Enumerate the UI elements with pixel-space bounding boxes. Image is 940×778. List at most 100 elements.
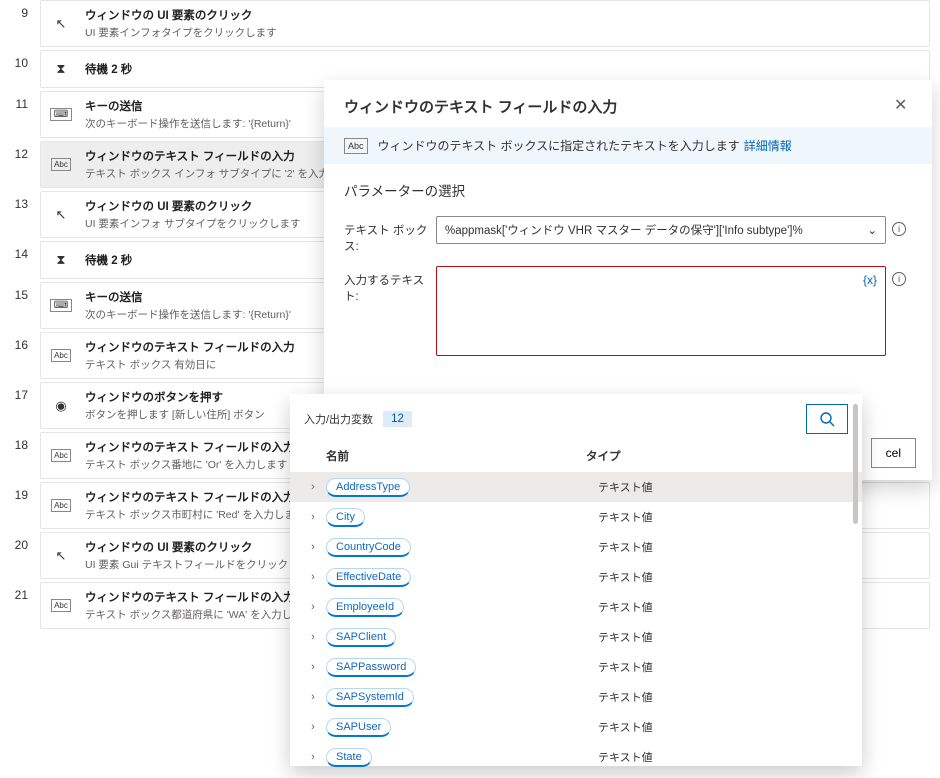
variable-row[interactable]: › SAPUser テキスト値 <box>290 712 862 742</box>
info-bar: Abc ウィンドウのテキスト ボックスに指定されたテキストを入力します 詳細情報 <box>324 127 932 164</box>
step-subtitle: UI 要素 Gui テキストフィールドをクリックします <box>85 557 320 572</box>
abc-icon: Abc <box>51 596 71 616</box>
abc-icon: Abc <box>51 346 71 366</box>
step-number: 15 <box>0 282 40 302</box>
expand-icon[interactable]: › <box>304 661 322 673</box>
variable-row[interactable]: › AddressType テキスト値 <box>290 472 862 502</box>
step-number: 21 <box>0 582 40 602</box>
step-title: ウィンドウの UI 要素のクリック <box>85 7 277 23</box>
step-number: 9 <box>0 0 40 20</box>
hourglass-icon: ⧗ <box>51 250 71 270</box>
textbox-selector-value: %appmask['ウィンドウ VHR マスター データの保守']['Info … <box>445 222 803 238</box>
variable-type: テキスト値 <box>598 599 848 615</box>
variable-chip[interactable]: EffectiveDate <box>326 568 411 587</box>
step-title: ウィンドウの UI 要素のクリック <box>85 539 320 555</box>
variable-row[interactable]: › EffectiveDate テキスト値 <box>290 562 862 592</box>
variable-row[interactable]: › SAPSystemId テキスト値 <box>290 682 862 712</box>
variable-chip[interactable]: SAPSystemId <box>326 688 414 707</box>
expand-icon[interactable]: › <box>304 721 322 733</box>
info-icon[interactable]: i <box>892 222 906 236</box>
chevron-down-icon: ⌄ <box>867 223 877 237</box>
step-number: 17 <box>0 382 40 402</box>
step-number: 18 <box>0 432 40 452</box>
step-number: 20 <box>0 532 40 552</box>
step-card[interactable]: ↖ ウィンドウの UI 要素のクリック UI 要素インフォタイプをクリックします <box>40 0 930 47</box>
step-title: キーの送信 <box>85 289 291 305</box>
search-button[interactable] <box>806 404 848 434</box>
variable-chip[interactable]: City <box>326 508 365 527</box>
step-subtitle: UI 要素インフォ サブタイプをクリックします <box>85 216 301 231</box>
expand-icon[interactable]: › <box>304 691 322 703</box>
variable-type: テキスト値 <box>598 749 848 765</box>
step-number: 14 <box>0 241 40 261</box>
variable-row[interactable]: › State テキスト値 <box>290 742 862 772</box>
step-title: ウィンドウのテキスト フィールドの入力 <box>85 148 361 164</box>
variable-type: テキスト値 <box>598 659 848 675</box>
expand-icon[interactable]: › <box>304 751 322 763</box>
input-text-field[interactable]: {x} <box>436 266 886 356</box>
variable-chip[interactable]: SAPPassword <box>326 658 416 677</box>
variable-chip[interactable]: AddressType <box>326 478 410 497</box>
variable-type: テキスト値 <box>598 509 848 525</box>
variable-chip[interactable]: SAPUser <box>326 718 391 737</box>
variable-row[interactable]: › EmployeeId テキスト値 <box>290 592 862 622</box>
dialog-title: ウィンドウのテキスト フィールドの入力 <box>344 96 617 117</box>
step-number: 10 <box>0 50 40 70</box>
expand-icon[interactable]: › <box>304 631 322 643</box>
keyboard-icon: ⌨ <box>51 105 71 125</box>
step-subtitle: テキスト ボックス 有効日に <box>85 357 295 372</box>
textbox-param-label: テキスト ボックス: <box>344 216 436 254</box>
scrollbar-thumb[interactable] <box>853 404 858 524</box>
variable-type: テキスト値 <box>598 689 848 705</box>
step-title: 待機 2 秒 <box>85 61 132 77</box>
variable-list: › AddressType テキスト値 › City テキスト値 › CountryCode テ… <box>290 472 862 772</box>
variable-row[interactable]: ›SAPClientテキスト値 <box>290 622 862 652</box>
step-number: 13 <box>0 191 40 211</box>
variable-chip[interactable]: SAPClient <box>326 628 396 647</box>
expand-icon[interactable]: › <box>304 481 322 493</box>
variable-type: テキスト値 <box>598 479 848 495</box>
search-icon <box>819 411 835 427</box>
cursor-icon: ↖ <box>51 14 71 34</box>
step-title: 待機 2 秒 <box>85 252 132 268</box>
abc-icon: Abc <box>344 138 368 154</box>
variable-picker-popup: 入力/出力変数 12 名前 タイプ ›AddressTypeテキスト値›City… <box>290 394 862 766</box>
expand-icon[interactable]: › <box>304 541 322 553</box>
variable-type: テキスト値 <box>598 719 848 735</box>
info-icon[interactable]: i <box>892 272 906 286</box>
column-header-type: タイプ <box>586 448 848 464</box>
step-subtitle: テキスト ボックス都道府県に 'WA' を入力します <box>85 607 313 622</box>
flow-step[interactable]: 9 ↖ ウィンドウの UI 要素のクリック UI 要素インフォタイプをクリックします <box>0 0 940 47</box>
variable-row[interactable]: › City テキスト値 <box>290 502 862 532</box>
more-info-link[interactable]: 詳細情報 <box>744 137 792 154</box>
expand-icon[interactable]: › <box>304 601 322 613</box>
variable-type: テキスト値 <box>598 539 848 555</box>
variable-chip[interactable]: State <box>326 748 372 767</box>
step-subtitle: テキスト ボックス インフォ サブタイプに '2' を入力します <box>85 166 361 181</box>
step-subtitle: テキスト ボックス市町村に 'Red' を入力します <box>85 507 305 522</box>
variable-chip[interactable]: CountryCode <box>326 538 411 557</box>
step-title: キーの送信 <box>85 98 291 114</box>
close-icon[interactable]: ✕ <box>894 98 912 116</box>
textbox-selector[interactable]: %appmask['ウィンドウ VHR マスター データの保守']['Info … <box>436 216 886 244</box>
variable-picker-icon[interactable]: {x} <box>863 273 877 287</box>
step-subtitle: UI 要素インフォタイプをクリックします <box>85 25 277 40</box>
cancel-button[interactable]: cel <box>871 438 916 468</box>
variable-type: テキスト値 <box>598 569 848 585</box>
step-title: ウィンドウの UI 要素のクリック <box>85 198 301 214</box>
variable-chip[interactable]: EmployeeId <box>326 598 404 617</box>
column-header-name: 名前 <box>326 448 586 464</box>
step-title: ウィンドウのテキスト フィールドの入力 <box>85 439 295 455</box>
step-number: 11 <box>0 91 40 111</box>
hourglass-icon: ⧗ <box>51 59 71 79</box>
step-title: ウィンドウのテキスト フィールドの入力 <box>85 589 313 605</box>
expand-icon[interactable]: › <box>304 511 322 523</box>
expand-icon[interactable]: › <box>304 571 322 583</box>
variable-row[interactable]: › SAPPassword テキスト値 <box>290 652 862 682</box>
step-title: ウィンドウのテキスト フィールドの入力 <box>85 339 295 355</box>
step-subtitle: 次のキーボード操作を送信します: '{Return}' <box>85 116 291 131</box>
variable-row[interactable]: › CountryCode テキスト値 <box>290 532 862 562</box>
cursor-icon: ↖ <box>51 546 71 566</box>
step-number: 12 <box>0 141 40 161</box>
step-title: ウィンドウのボタンを押す <box>85 389 265 405</box>
